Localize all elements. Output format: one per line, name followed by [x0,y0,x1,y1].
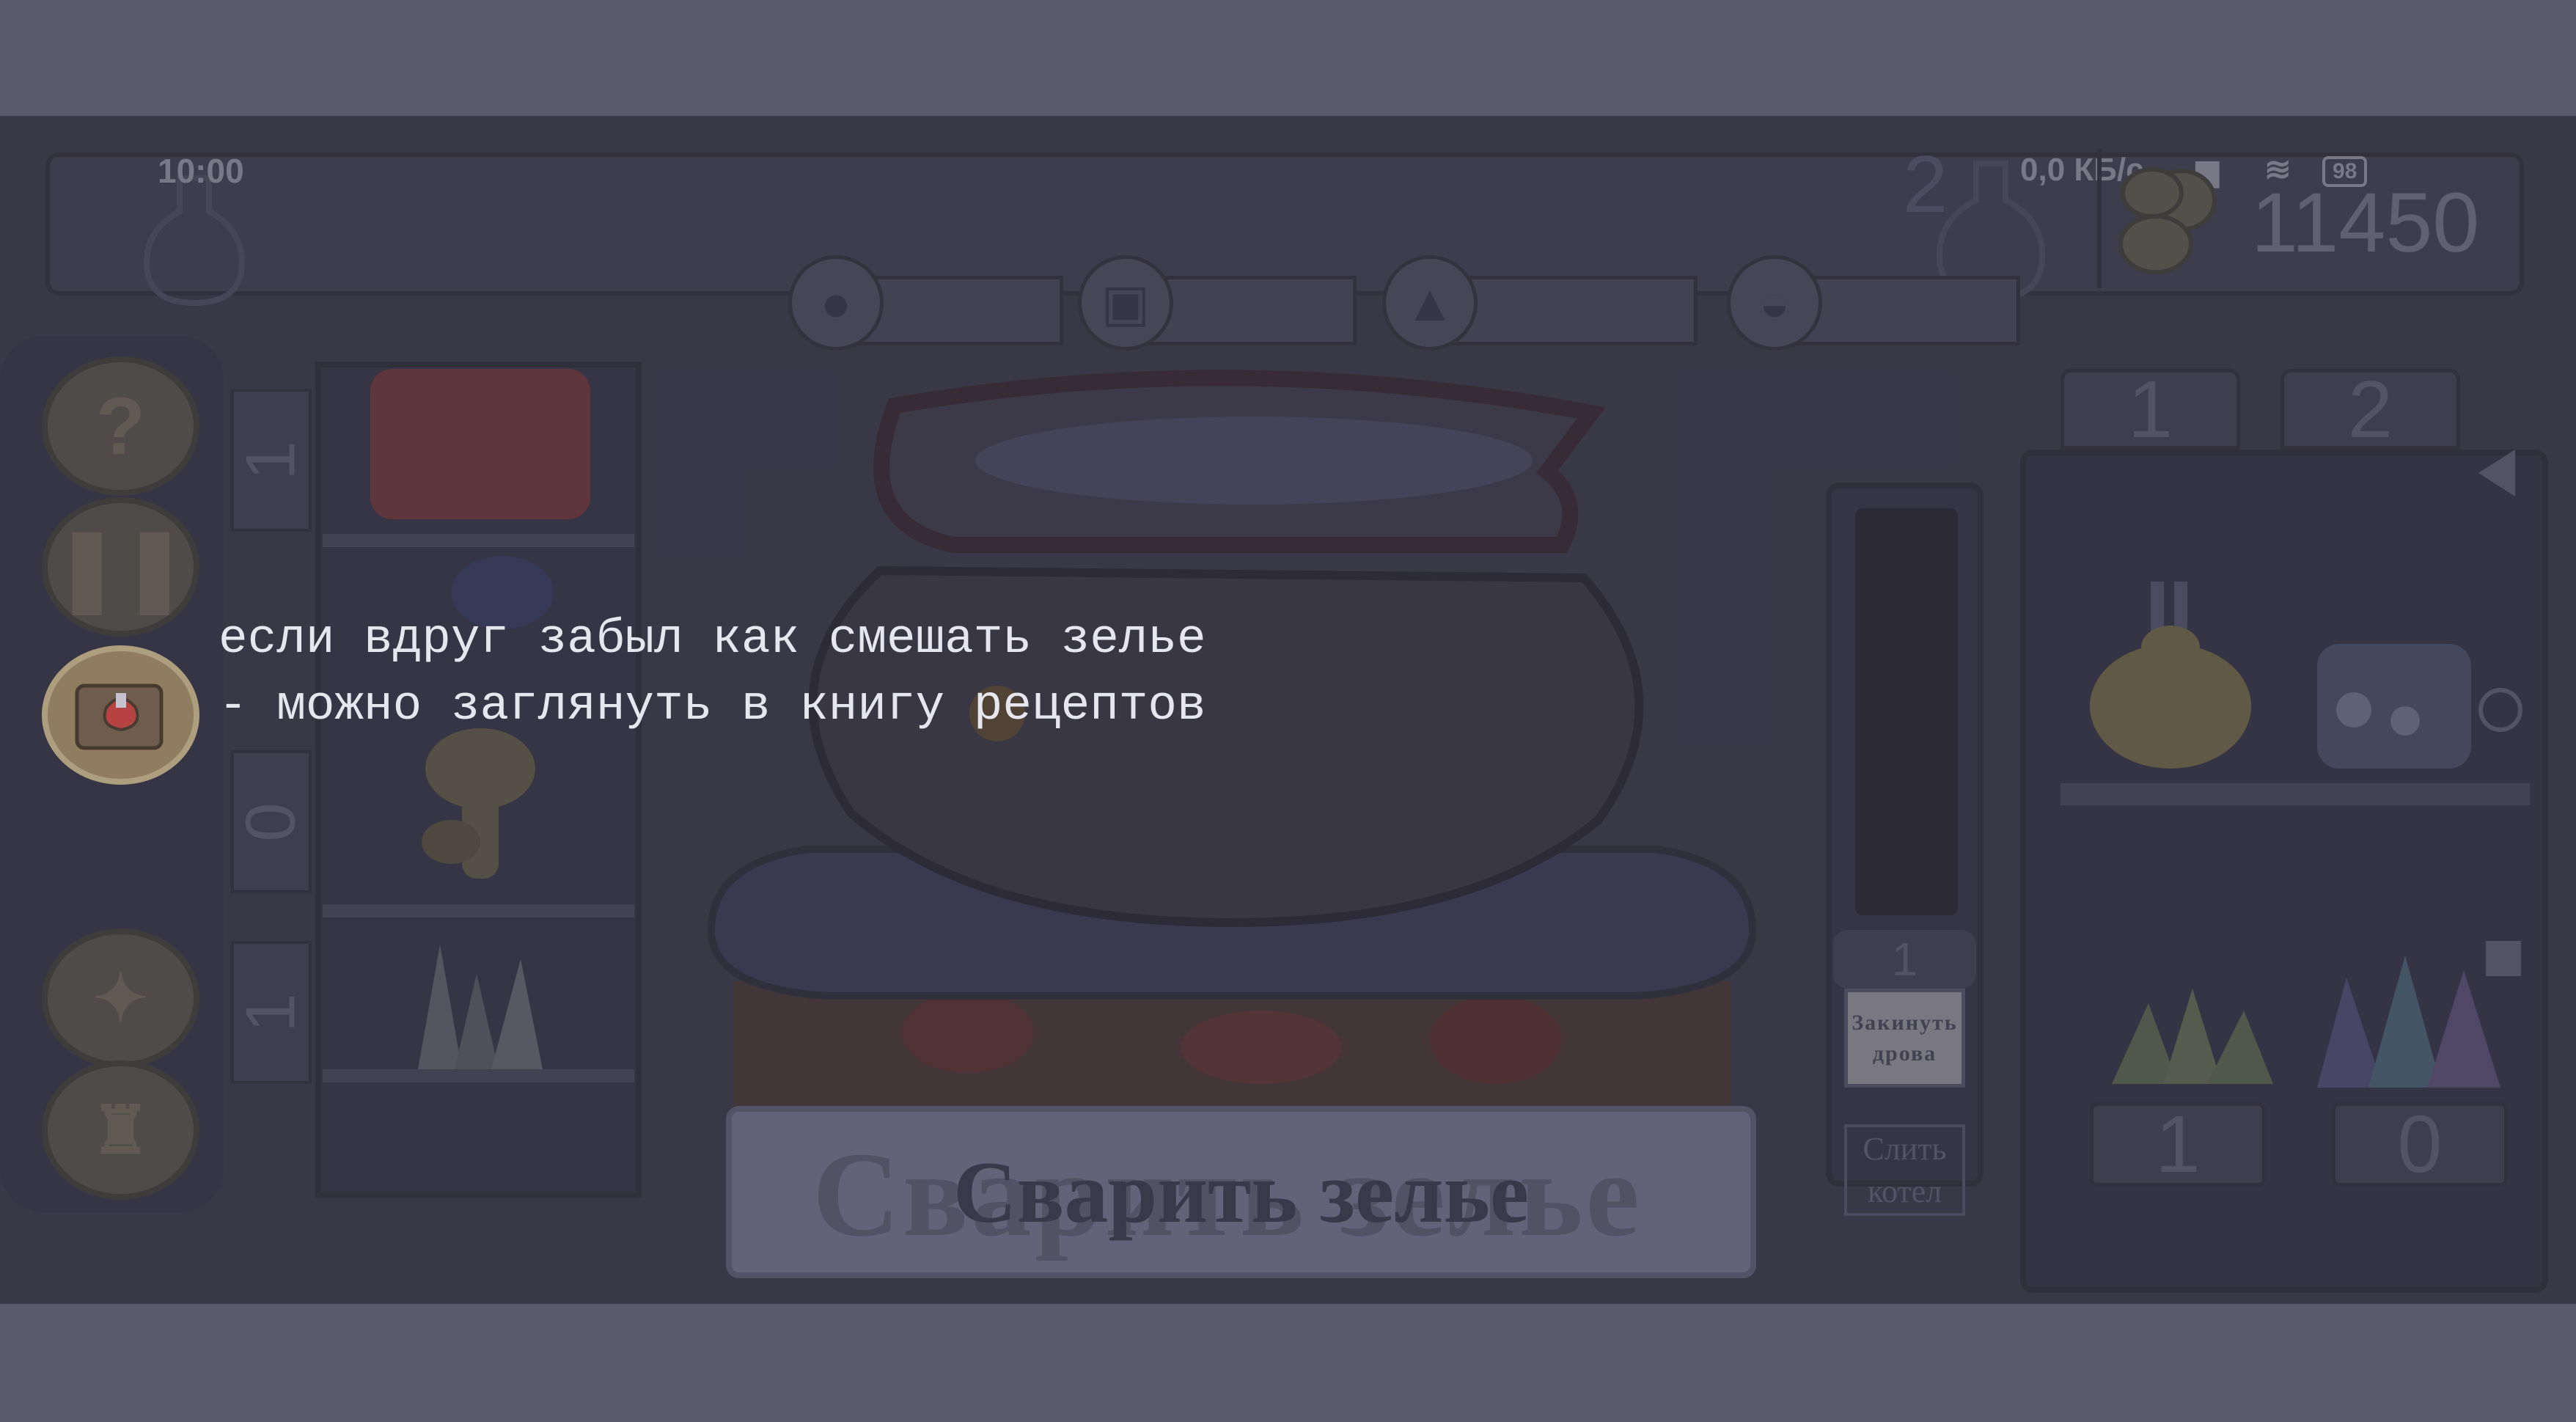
ingredient-count: 1 [231,389,312,532]
customer-avatar[interactable]: ▲ [1382,255,1478,351]
customer-avatar[interactable]: ◒ [1727,255,1822,351]
customer-bar [1448,276,1698,345]
help-icon: ? [95,381,146,472]
potion-colored-crystals[interactable] [2302,941,2515,1095]
shelf-tab-2[interactable]: 2 [2280,364,2460,455]
shelf-plank [323,534,634,547]
person-icon: ● [820,274,852,331]
pause-icon: ❚❚ [53,522,188,612]
tutorial-line-1: если вдруг забыл как смешать зелье [219,612,1206,667]
game-screen: 10:00 2 0,0 КБ/с ▂▄▆ ≋ 98 11450 ● ▣ ▲ ◒ … [0,116,2576,1304]
letterbox-bottom [0,1304,2576,1422]
shelf-plank [323,904,634,917]
customer-avatar[interactable]: ▣ [1078,255,1173,351]
map-icon: ✦ [92,961,149,1036]
brew-label: Сварить зелье [953,1143,1530,1241]
help-button[interactable]: ? [42,356,199,496]
customer-bar [854,276,1063,345]
ingredient-count: 0 [231,750,312,893]
customer-avatar[interactable]: ● [788,255,884,351]
map-button[interactable]: ✦ [42,928,199,1068]
drain-cauldron-button[interactable]: Слить котел [1844,1124,1965,1216]
shelf-indicator-icon [2478,688,2522,732]
ingredient-crystals[interactable] [396,930,557,1077]
add-wood-button[interactable]: Закинуть дрова [1844,989,1965,1088]
customer-bar [1793,276,2020,345]
flask-icon [143,175,246,307]
wood-count: 1 [1833,930,1976,989]
pause-button[interactable]: ❚❚ [42,497,199,637]
brew-potion-button[interactable]: Сварить зелье Сварить зелье [726,1106,1756,1278]
ingredient-mushroom[interactable] [407,717,554,893]
bag-button[interactable]: ♜ [42,1060,199,1200]
drum-icon: ◒ [1758,274,1791,331]
status-time: 10:00 [158,152,244,190]
letterbox-top [0,0,2576,116]
knight-icon: ▣ [1101,274,1151,331]
tutorial-line-2: - можно заглянуть в книгу рецептов [219,678,1206,733]
cauldron[interactable] [689,365,1775,1113]
recipe-book-icon [75,683,163,750]
coins-value: 11450 [2251,176,2480,270]
drain-label: котел [1867,1173,1942,1209]
potion-samovar[interactable] [2064,574,2277,787]
coins-icon [2118,167,2217,274]
add-wood-label: Закинуть [1852,1010,1958,1035]
bag-icon: ♜ [91,1093,150,1168]
potion-green-crystals[interactable] [2090,974,2288,1091]
ingredient-red-cloth[interactable] [370,369,590,519]
tutorial-text: если вдруг забыл как смешать зелье - мож… [219,606,1206,739]
shelf-tab-1[interactable]: 1 [2061,364,2240,455]
ingredient-count: 1 [231,941,312,1084]
drain-label: Слить [1863,1131,1947,1168]
recipe-book-button[interactable] [42,645,199,785]
potion-count: 1 [2090,1099,2266,1190]
shelf-scroll-arrow-icon[interactable] [2478,450,2515,496]
potion-jar[interactable] [2310,629,2478,776]
fire-level-bar [1855,508,1958,915]
potion-count: 0 [2332,1099,2508,1190]
wizard-hat-icon: ▲ [1404,274,1456,331]
add-wood-label: дрова [1872,1041,1937,1066]
